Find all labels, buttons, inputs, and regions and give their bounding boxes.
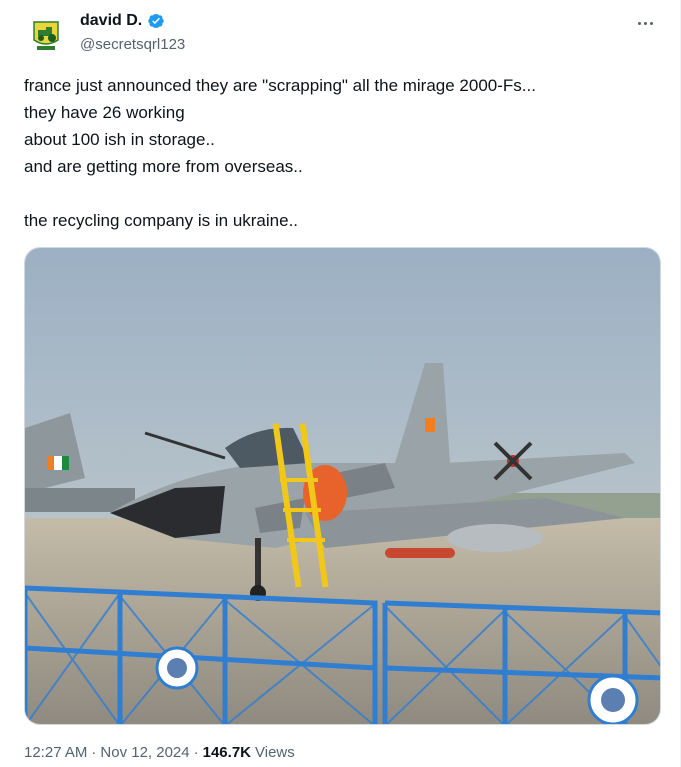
- dot-icon: [649, 21, 653, 25]
- mirage-jet-photo-icon: [25, 248, 660, 724]
- author-handle[interactable]: @secretsqrl123: [80, 36, 185, 53]
- meta-separator: ·: [91, 744, 97, 761]
- views-count: 146.7K: [202, 744, 251, 761]
- tweet-text: france just announced they are "scrappin…: [24, 76, 536, 230]
- tweet-date[interactable]: Nov 12, 2024: [100, 744, 189, 761]
- dot-icon: [643, 21, 647, 25]
- display-name[interactable]: david D.: [80, 12, 142, 30]
- verified-badge-icon: [148, 14, 164, 28]
- tweet-meta: 12:27 AM · Nov 12, 2024 · 146.7K Views: [24, 744, 295, 761]
- dot-icon: [637, 21, 641, 25]
- author-name-row[interactable]: david D.: [80, 12, 165, 30]
- meta-separator: ·: [193, 744, 199, 761]
- tweet-time[interactable]: 12:27 AM: [24, 744, 87, 761]
- tractor-logo-icon: [24, 12, 68, 56]
- tweet-card: david D. @secretsqrl123 france just anno…: [0, 0, 681, 767]
- more-options-button[interactable]: [632, 12, 658, 34]
- avatar[interactable]: [24, 12, 68, 56]
- tweet-media-photo[interactable]: [24, 247, 661, 725]
- views-label: Views: [255, 744, 295, 761]
